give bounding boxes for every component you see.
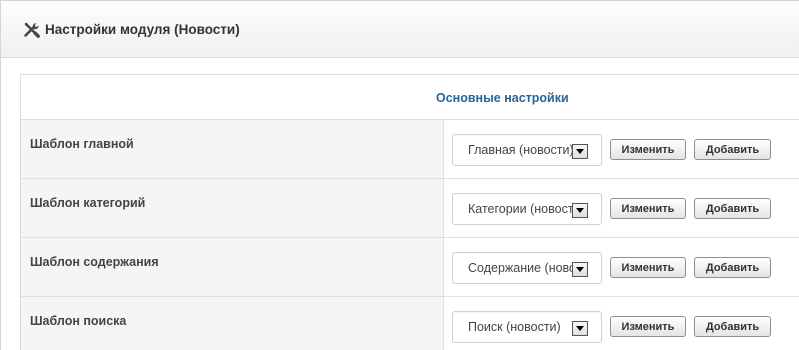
select-value: Категории (новости) xyxy=(468,201,572,216)
edit-main-template-button[interactable]: Изменить xyxy=(610,139,686,160)
add-search-template-button[interactable]: Добавить xyxy=(694,316,771,337)
add-main-template-button[interactable]: Добавить xyxy=(694,139,771,160)
settings-row-content-template: Шаблон содержания Содержание (новости) И… xyxy=(21,238,799,297)
row-label: Шаблон поиска xyxy=(21,297,444,350)
main-template-select[interactable]: Главная (новости) xyxy=(452,133,602,166)
row-controls: Главная (новости) Изменить Добавить xyxy=(444,120,799,178)
row-controls: Содержание (новости) Изменить Добавить xyxy=(444,238,799,296)
edit-content-template-button[interactable]: Изменить xyxy=(610,257,686,278)
panel-header: Настройки модуля (Новости) xyxy=(1,1,799,58)
select-value: Главная (новости) xyxy=(468,142,572,157)
search-template-select[interactable]: Поиск (новости) xyxy=(452,310,602,343)
settings-table: Основные настройки Шаблон главной Главна… xyxy=(20,74,799,350)
table-header: Основные настройки xyxy=(21,75,799,120)
settings-row-category-template: Шаблон категорий Категории (новости) Изм… xyxy=(21,179,799,238)
row-controls: Категории (новости) Изменить Добавить xyxy=(444,179,799,237)
select-value: Содержание (новости) xyxy=(468,260,572,275)
row-label: Шаблон содержания xyxy=(21,238,444,296)
module-settings-panel: Настройки модуля (Новости) Основные наст… xyxy=(0,0,799,350)
category-template-select[interactable]: Категории (новости) xyxy=(452,192,602,225)
add-category-template-button[interactable]: Добавить xyxy=(694,198,771,219)
tools-icon xyxy=(23,21,40,38)
chevron-down-icon[interactable] xyxy=(572,202,588,218)
content-template-select[interactable]: Содержание (новости) xyxy=(452,251,602,284)
chevron-down-icon[interactable] xyxy=(572,143,588,159)
chevron-down-icon[interactable] xyxy=(572,261,588,277)
row-label: Шаблон категорий xyxy=(21,179,444,237)
edit-category-template-button[interactable]: Изменить xyxy=(610,198,686,219)
row-label: Шаблон главной xyxy=(21,120,444,178)
settings-row-main-template: Шаблон главной Главная (новости) Изменит… xyxy=(21,120,799,179)
select-value: Поиск (новости) xyxy=(468,319,561,334)
panel-title: Настройки модуля (Новости) xyxy=(45,21,240,37)
add-content-template-button[interactable]: Добавить xyxy=(694,257,771,278)
row-controls: Поиск (новости) Изменить Добавить xyxy=(444,297,799,350)
edit-search-template-button[interactable]: Изменить xyxy=(610,316,686,337)
settings-row-search-template: Шаблон поиска Поиск (новости) Изменить Д… xyxy=(21,297,799,350)
section-title: Основные настройки xyxy=(436,91,569,105)
chevron-down-icon[interactable] xyxy=(572,320,588,336)
